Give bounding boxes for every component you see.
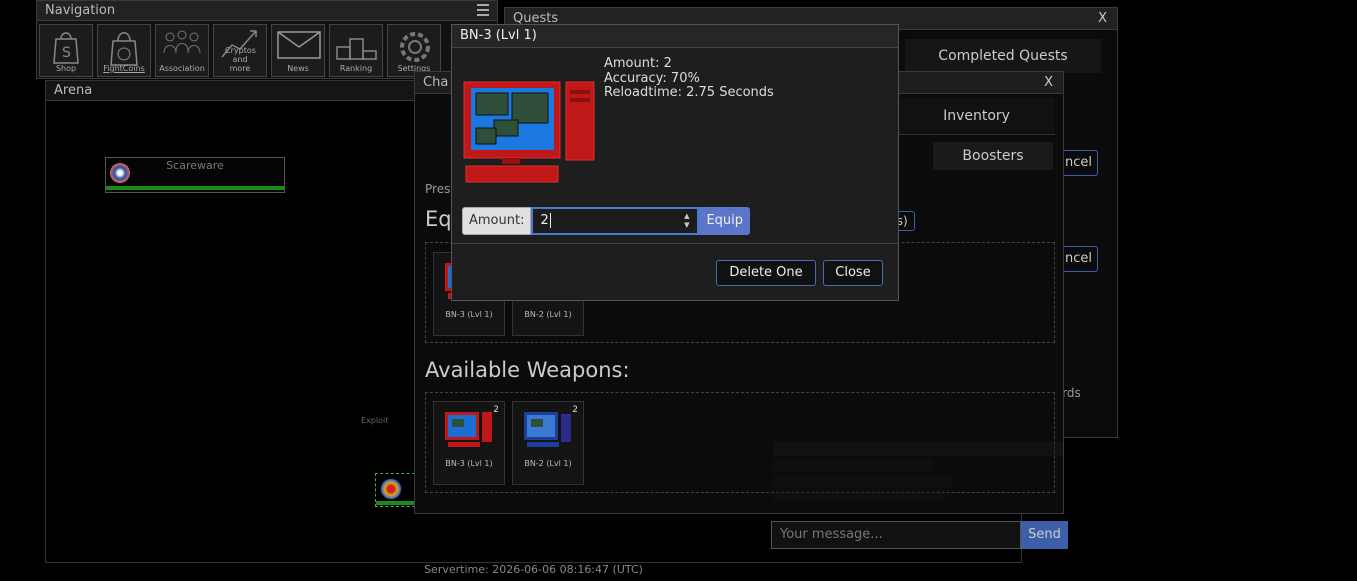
navigation-window: Navigation S Shop FightCoins Association… — [36, 0, 498, 79]
weapon-card[interactable]: 2 BN-2 (Lvl 1) — [512, 401, 584, 485]
nav-news-label: News — [287, 64, 309, 73]
bn3-computer-image — [463, 81, 595, 183]
nav-shop-label: Shop — [55, 64, 77, 73]
tab-boosters[interactable]: Boosters — [933, 142, 1053, 170]
character-close-icon[interactable]: X — [1044, 72, 1053, 94]
weapon-count: 2 — [572, 405, 578, 415]
modal-title-bar: BN-3 (Lvl 1) — [452, 25, 898, 48]
equip-button[interactable]: Equip — [699, 207, 751, 235]
amount-label: Amount: — [462, 207, 532, 235]
enemy-unit[interactable]: Scareware — [105, 157, 285, 193]
nav-settings-button[interactable]: Settings — [387, 24, 441, 77]
tab-inventory[interactable]: Inventory — [898, 98, 1055, 135]
nav-shop-button[interactable]: S Shop — [39, 24, 93, 77]
amount-value: 2 — [540, 213, 549, 228]
weapon-card[interactable]: 2 BN-3 (Lvl 1) — [433, 401, 505, 485]
player-unit[interactable] — [375, 473, 415, 507]
nav-fightcoins-button[interactable]: FightCoins — [97, 24, 151, 77]
modal-title: BN-3 (Lvl 1) — [460, 28, 537, 43]
nav-fightcoins-label: FightCoins — [103, 64, 145, 73]
navigation-title: Navigation — [45, 3, 116, 18]
nav-ranking-label: Ranking — [339, 64, 373, 73]
weapon-detail-modal: BN-3 (Lvl 1) Amount: 2 Accuracy: 70% Rel… — [451, 24, 899, 301]
envelope-icon — [277, 31, 321, 59]
navigation-title-bar: Navigation — [37, 1, 497, 21]
arena-title: Arena — [54, 83, 93, 98]
svg-text:S: S — [62, 45, 71, 61]
target-icon — [380, 478, 402, 500]
chat-message-input[interactable]: Your message... — [771, 521, 1021, 549]
available-weapons-heading: Available Weapons: — [425, 358, 630, 382]
equipped-heading: Eq — [425, 207, 452, 231]
modal-divider — [452, 243, 898, 244]
enemy-name: Scareware — [166, 159, 224, 172]
weapon-name: BN-2 (Lvl 1) — [524, 310, 572, 319]
stat-reloadtime: Reloadtime: 2.75 Seconds — [604, 85, 774, 100]
press-text: Pres — [425, 182, 451, 196]
nav-cryptos-button[interactable]: Cryptos and more — [213, 24, 267, 77]
nav-ranking-button[interactable]: Ranking — [329, 24, 383, 77]
enemy-health-bar — [106, 186, 284, 190]
weapon-name: BN-3 (Lvl 1) — [445, 310, 493, 319]
amount-input-group: Amount: 2 ▲ ▼ Equip — [462, 207, 751, 235]
spinner-up-icon: ▲ — [684, 212, 690, 220]
weapon-name: BN-2 (Lvl 1) — [524, 459, 572, 468]
amount-input[interactable]: 2 ▲ ▼ — [531, 207, 700, 235]
close-button[interactable]: Close — [823, 260, 883, 286]
amount-spinner[interactable]: ▲ ▼ — [684, 212, 689, 230]
podium-icon — [336, 38, 377, 60]
stat-amount: Amount: 2 — [604, 56, 672, 71]
weapon-name: BN-3 (Lvl 1) — [445, 459, 493, 468]
nav-cryptos-label: Cryptos and more — [225, 46, 256, 73]
weapon-count: 2 — [493, 405, 499, 415]
quests-close-icon[interactable]: X — [1098, 8, 1107, 30]
chat-send-button[interactable]: Send — [1021, 521, 1068, 549]
people-icon — [163, 30, 201, 54]
weapon-stats: Amount: 2 Accuracy: 70% Reloadtime: 2.75… — [604, 56, 774, 101]
nav-association-label: Association — [159, 64, 205, 73]
chat-log — [773, 442, 1063, 502]
tab-completed-quests[interactable]: Completed Quests — [905, 39, 1101, 73]
coin-bag-icon — [110, 32, 138, 66]
servertime: Servertime: 2026-06-06 08:16:47 (UTC) — [424, 563, 643, 576]
nav-association-button[interactable]: Association — [155, 24, 209, 77]
character-title: Cha — [423, 75, 449, 90]
nav-news-button[interactable]: News — [271, 24, 325, 77]
computer-icon — [524, 412, 571, 447]
shopping-bag-icon: S — [53, 32, 79, 64]
player-health-bar — [376, 501, 414, 505]
stat-accuracy: Accuracy: 70% — [604, 70, 700, 86]
computer-icon — [445, 412, 492, 447]
spinner-down-icon: ▼ — [684, 221, 690, 229]
delete-one-button[interactable]: Delete One — [716, 260, 816, 286]
exploit-label: Exploit — [361, 416, 389, 425]
menu-icon[interactable] — [477, 4, 489, 19]
gear-icon — [400, 32, 430, 62]
